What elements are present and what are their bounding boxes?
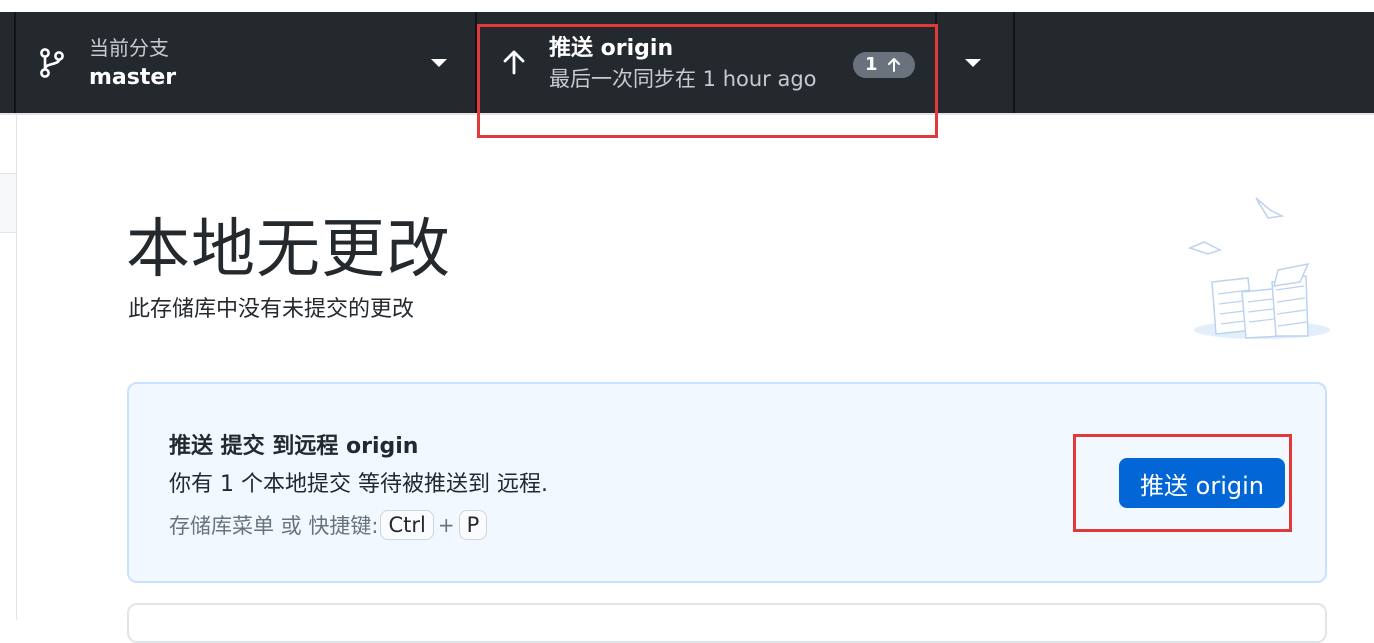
caret-down-icon (965, 59, 981, 67)
card-description: 你有 1 个本地提交 等待被推送到 远程. (169, 472, 548, 497)
ahead-count-badge: 1 (853, 52, 915, 78)
toolbar-bottom-border (0, 113, 1374, 115)
push-options-dropdown[interactable] (937, 12, 1013, 113)
next-card (127, 603, 1327, 643)
shortcut-plus: + (437, 513, 455, 537)
sidebar-item[interactable] (0, 173, 16, 233)
push-title: 推送 origin (549, 36, 674, 61)
toolbar-divider (1013, 12, 1015, 113)
push-origin-button[interactable]: 推送 origin (1119, 458, 1285, 508)
sidebar (0, 115, 17, 620)
window-top-strip (0, 0, 1374, 12)
arrow-up-icon (501, 48, 527, 76)
page-subtitle: 此存储库中没有未提交的更改 (128, 297, 415, 322)
push-origin-toolbar-button[interactable]: 推送 origin 最后一次同步在 1 hour ago 1 (477, 12, 935, 113)
paper-stack-illustration (1187, 197, 1330, 339)
shortcut-key-p: P (458, 510, 488, 540)
shortcut-hint: 存储库菜单 或 快捷键: Ctrl + P (169, 510, 489, 540)
git-branch-icon (38, 47, 66, 79)
current-branch-name: master (89, 65, 177, 90)
last-sync-text: 最后一次同步在 1 hour ago (549, 67, 817, 91)
current-branch-label: 当前分支 (89, 36, 169, 60)
arrow-up-icon (888, 58, 900, 72)
current-branch-button[interactable]: 当前分支 master (16, 12, 476, 113)
card-title: 推送 提交 到远程 origin (169, 434, 419, 459)
page-title: 本地无更改 (126, 213, 451, 287)
caret-down-icon (431, 59, 447, 67)
shortcut-key-ctrl: Ctrl (380, 510, 434, 540)
ahead-count: 1 (865, 54, 878, 75)
shortcut-hint-text: 存储库菜单 或 快捷键: (169, 514, 379, 538)
